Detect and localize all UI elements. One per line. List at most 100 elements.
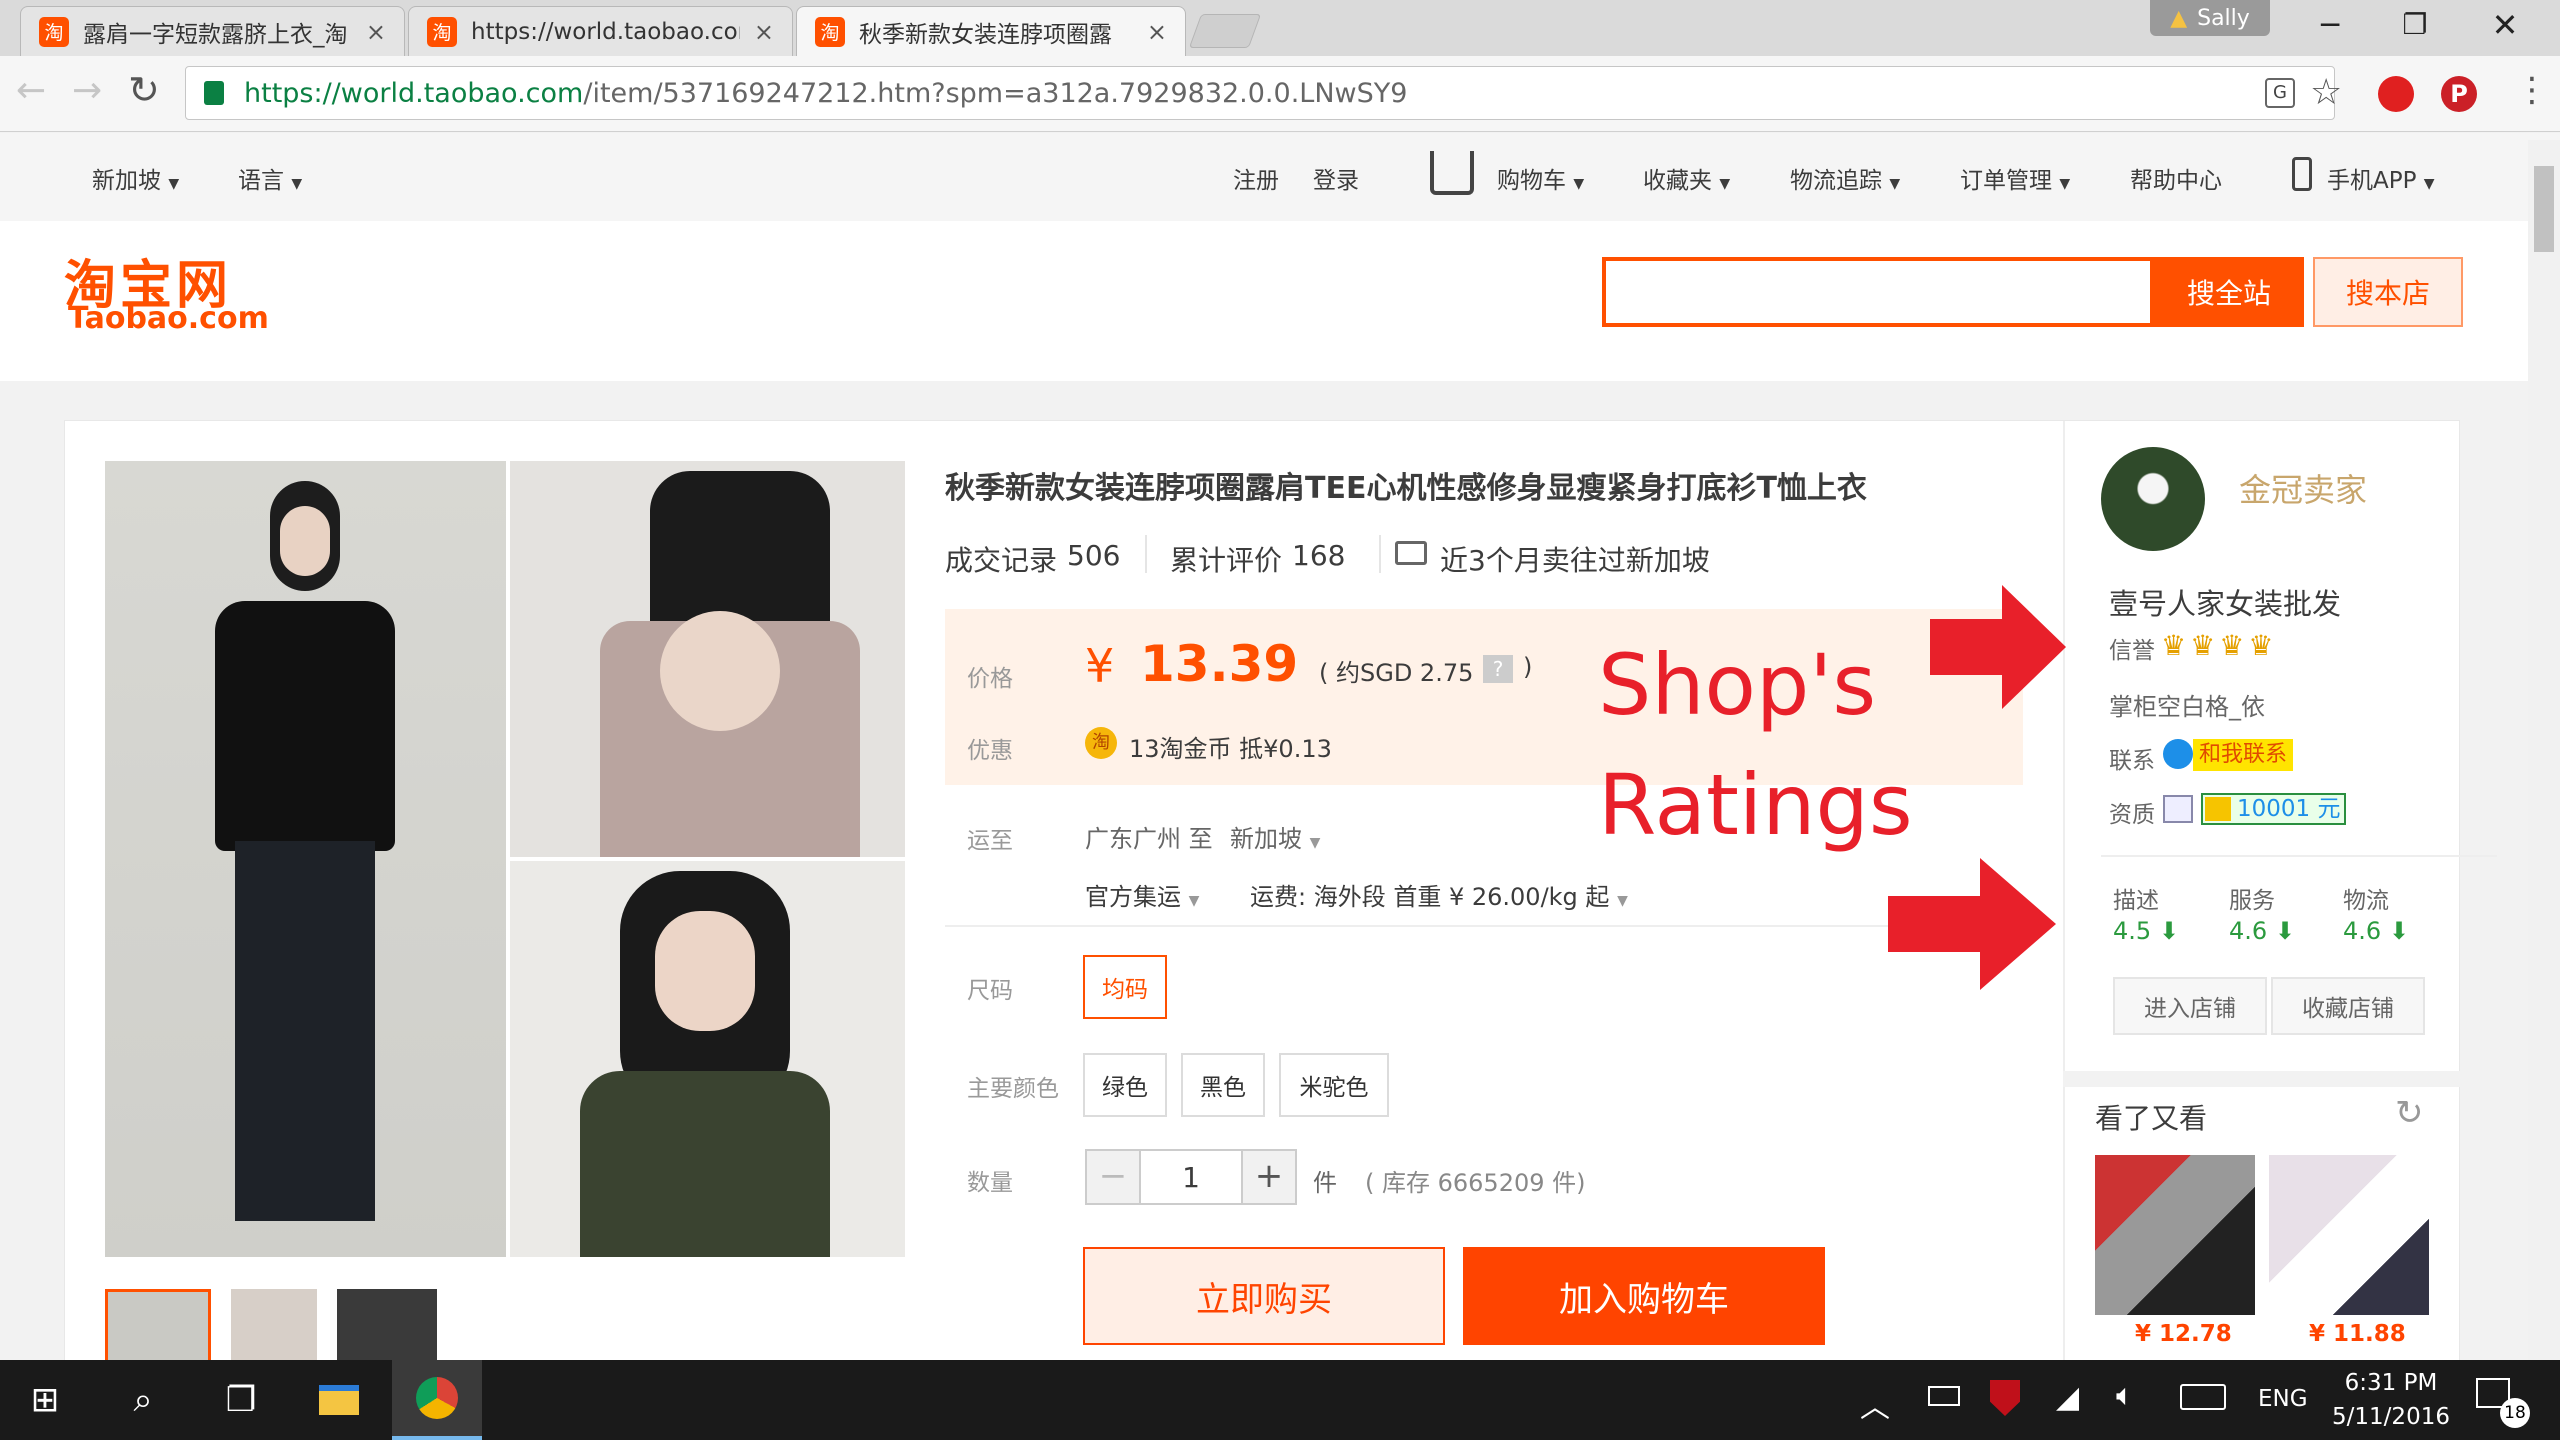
minimize-icon[interactable]: ─ <box>2300 8 2360 48</box>
search-input[interactable] <box>1602 257 2154 327</box>
qty-plus-button[interactable]: + <box>1241 1149 1297 1205</box>
color-option[interactable]: 绿色 <box>1083 1053 1167 1117</box>
keyboard-icon[interactable] <box>2180 1384 2226 1410</box>
windows-taskbar: ⊞ ⌕ ❐ ︿ ◢ 🔈︎ ENG 6:31 PM 5/11/2016 18 <box>0 1360 2560 1440</box>
gold-seller-badge: 金冠卖家 <box>2239 471 2368 509</box>
contact-label: 联系 <box>2109 748 2155 774</box>
model-face <box>280 506 330 576</box>
reviews-label: 累计评价 <box>1170 544 1283 577</box>
shipped-note: 近3个月卖往过新加坡 <box>1440 544 1710 577</box>
green-variant-photo[interactable] <box>510 861 905 1257</box>
shop-name[interactable]: 壹号人家女装批发 <box>2109 581 2341 623</box>
logo-en[interactable]: Taobao.com <box>68 301 269 336</box>
menu-icon[interactable]: ⋮ <box>2515 70 2549 110</box>
clock-date[interactable]: 5/11/2016 <box>2326 1404 2456 1430</box>
mcafee-icon[interactable] <box>1990 1380 2020 1416</box>
ship-method-dropdown[interactable]: 官方集运 ▼ <box>1085 877 1199 912</box>
qty-minus-button[interactable]: − <box>1085 1149 1141 1205</box>
chevron-up-icon[interactable]: ︿ <box>1860 1382 1890 1426</box>
deposit-shield-icon <box>2205 797 2231 821</box>
ship-to-dropdown[interactable]: 新加坡 ▼ <box>1230 819 1320 854</box>
shop-avatar[interactable] <box>2101 447 2205 551</box>
region-dropdown[interactable]: 新加坡 ▼ <box>92 161 179 195</box>
enter-shop-button[interactable]: 进入店铺 <box>2113 977 2267 1035</box>
caret-down-icon: ▼ <box>1188 893 1200 909</box>
pinterest-icon[interactable]: P <box>2441 76 2477 112</box>
buy-now-button[interactable]: 立即购买 <box>1083 1247 1445 1345</box>
reload-icon[interactable]: ↻ <box>128 68 160 112</box>
logistics-dropdown[interactable]: 物流追踪 ▼ <box>1790 161 1900 195</box>
back-view-photo[interactable] <box>510 461 905 857</box>
search-shop-button[interactable]: 搜本店 <box>2313 257 2463 327</box>
close-icon[interactable]: × <box>1147 18 1167 46</box>
recommended-item-2[interactable] <box>2269 1155 2429 1315</box>
favorites-label: 收藏夹 <box>1643 168 1712 194</box>
sales-stat: 成交记录 506 <box>945 539 1120 579</box>
reviews-stat[interactable]: 累计评价 168 <box>1170 539 1345 579</box>
tab-1[interactable]: 淘 露肩一字短款露脐上衣_淘 × <box>20 6 405 56</box>
help-icon[interactable]: ? <box>1483 655 1513 683</box>
page-scrollbar[interactable] <box>2528 140 2560 1360</box>
search-all-button[interactable]: 搜全站 <box>2154 257 2304 327</box>
color-option[interactable]: 米驼色 <box>1279 1053 1389 1117</box>
add-to-cart-button[interactable]: 加入购物车 <box>1463 1247 1825 1345</box>
close-window-icon[interactable]: ✕ <box>2475 6 2535 46</box>
wifi-icon[interactable]: ◢ <box>2056 1380 2079 1415</box>
thumbnail-2[interactable] <box>231 1289 317 1369</box>
volume-icon[interactable]: 🔈︎ <box>2116 1378 2134 1413</box>
size-label: 尺码 <box>967 978 1013 1004</box>
favorites-dropdown[interactable]: 收藏夹 ▼ <box>1643 161 1730 195</box>
orders-dropdown[interactable]: 订单管理 ▼ <box>1960 161 2070 195</box>
tab-3-active[interactable]: 淘 秋季新款女装连脖项圈露 × <box>796 6 1186 56</box>
color-option[interactable]: 黑色 <box>1181 1053 1265 1117</box>
region-label: 新加坡 <box>92 168 161 194</box>
cart-dropdown[interactable]: 购物车 ▼ <box>1497 161 1584 195</box>
address-bar[interactable]: https://world.taobao.com/item/5371692472… <box>185 66 2335 120</box>
file-explorer-icon[interactable] <box>294 1360 384 1440</box>
clock-time[interactable]: 6:31 PM <box>2336 1370 2446 1396</box>
qty-label: 数量 <box>967 1170 1013 1196</box>
profile-badge[interactable]: ▲ Sally <box>2150 0 2270 36</box>
battery-icon[interactable] <box>1928 1386 1960 1406</box>
thumbnail-3[interactable] <box>337 1289 437 1369</box>
price-sgd-close: ) <box>1523 653 1533 681</box>
main-product-photo[interactable] <box>105 461 506 1257</box>
restore-icon[interactable]: ❐ <box>2385 8 2445 48</box>
ship-from: 广东广州 至 <box>1085 825 1213 853</box>
windows-start-icon[interactable]: ⊞ <box>0 1360 90 1440</box>
help-link[interactable]: 帮助中心 <box>2130 161 2222 195</box>
translate-icon[interactable]: G <box>2265 78 2295 108</box>
qualification-label: 资质 <box>2109 802 2155 828</box>
forward-icon[interactable]: → <box>72 70 102 111</box>
size-option[interactable]: 均码 <box>1083 955 1167 1019</box>
adblock-icon[interactable] <box>2378 76 2414 112</box>
shop-keeper: 掌柜空白格_依 <box>2109 693 2265 721</box>
qty-input[interactable]: 1 <box>1141 1149 1241 1205</box>
input-language[interactable]: ENG <box>2258 1386 2308 1412</box>
ship-fee: 运费: 海外段 首重 ¥ 26.00/kg 起 <box>1250 883 1610 911</box>
price-value: 13.39 <box>1140 635 1299 693</box>
app-dropdown[interactable]: 手机APP ▼ <box>2327 161 2435 195</box>
also-viewed-heading: 看了又看 <box>2095 1102 2208 1135</box>
tab-2[interactable]: 淘 https://world.taobao.com × <box>408 6 793 56</box>
close-icon[interactable]: × <box>754 18 774 46</box>
collect-shop-button[interactable]: 收藏店铺 <box>2271 977 2425 1035</box>
language-dropdown[interactable]: 语言 ▼ <box>238 161 302 195</box>
register-link[interactable]: 注册 <box>1233 161 1279 195</box>
search-icon[interactable]: ⌕ <box>98 1360 188 1440</box>
recommended-item-1[interactable] <box>2095 1155 2255 1315</box>
star-icon[interactable]: ☆ <box>2310 72 2342 113</box>
task-view-icon[interactable]: ❐ <box>196 1360 286 1440</box>
refresh-icon[interactable]: ↻ <box>2395 1093 2424 1133</box>
login-link[interactable]: 登录 <box>1313 161 1359 195</box>
scrollbar-thumb[interactable] <box>2534 166 2554 252</box>
ship-fee-dropdown[interactable]: 运费: 海外段 首重 ¥ 26.00/kg 起 ▼ <box>1250 877 1628 912</box>
thumbnail-1[interactable] <box>105 1289 211 1369</box>
deposit-badge[interactable]: 10001 元 <box>2201 793 2347 825</box>
back-icon[interactable]: ← <box>16 70 46 111</box>
tab-title: 秋季新款女装连脖项圈露 <box>859 21 1112 48</box>
new-tab-button[interactable] <box>1188 14 1262 48</box>
contact-me-button[interactable]: 和我联系 <box>2193 739 2294 771</box>
close-icon[interactable]: × <box>366 18 386 46</box>
chrome-icon[interactable] <box>392 1360 482 1440</box>
